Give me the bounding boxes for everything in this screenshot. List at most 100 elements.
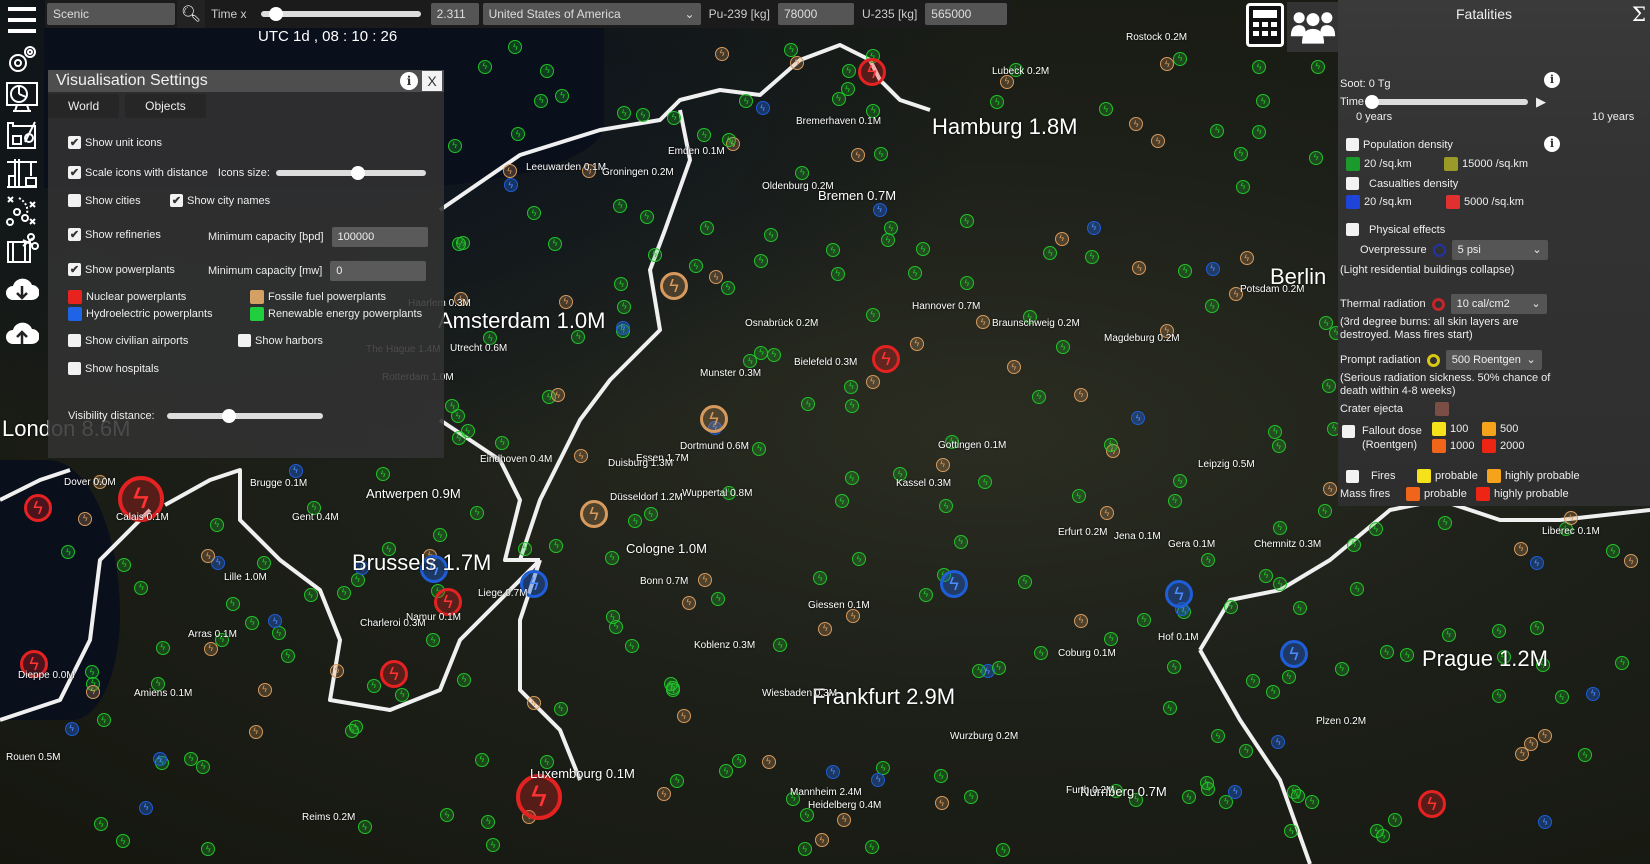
renewable-powerplant-icon[interactable]: ϟ [1245, 673, 1260, 688]
fossil-powerplant-icon[interactable]: ϟ [580, 500, 608, 528]
hydro-powerplant-icon[interactable]: ϟ [825, 764, 840, 779]
slider-handle[interactable] [351, 165, 366, 180]
renewable-powerplant-icon[interactable]: ϟ [457, 672, 472, 687]
nuclear-powerplant-icon[interactable]: ϟ [858, 58, 886, 86]
fossil-powerplant-icon[interactable]: ϟ [1006, 360, 1021, 375]
renewable-powerplant-icon[interactable]: ϟ [1438, 515, 1453, 530]
nuclear-powerplant-icon[interactable]: ϟ [24, 494, 52, 522]
fossil-powerplant-icon[interactable]: ϟ [526, 696, 541, 711]
scale-icons-checkbox[interactable]: ✔ [68, 166, 81, 179]
physical-effects-checkbox[interactable] [1346, 223, 1359, 236]
renewable-powerplant-icon[interactable]: ϟ [1317, 504, 1332, 519]
renewable-powerplant-icon[interactable]: ϟ [1085, 249, 1100, 264]
fossil-powerplant-icon[interactable]: ϟ [85, 684, 100, 699]
renewable-powerplant-icon[interactable]: ϟ [1167, 493, 1182, 508]
renewable-powerplant-icon[interactable]: ϟ [1136, 612, 1151, 627]
fossil-powerplant-icon[interactable]: ϟ [1054, 231, 1069, 246]
renewable-powerplant-icon[interactable]: ϟ [1387, 812, 1402, 827]
fossil-powerplant-icon[interactable]: ϟ [935, 457, 950, 472]
renewable-powerplant-icon[interactable]: ϟ [918, 587, 933, 602]
renewable-powerplant-icon[interactable]: ϟ [825, 243, 840, 258]
zoom-button[interactable]: 🔍︎ [177, 0, 205, 28]
renewable-powerplant-icon[interactable]: ϟ [624, 639, 639, 654]
thermal-select[interactable]: 10 cal/cm2 ⌄ [1450, 294, 1547, 314]
show-harbors-checkbox[interactable] [238, 334, 251, 347]
renewable-powerplant-icon[interactable]: ϟ [605, 550, 620, 565]
fossil-powerplant-icon[interactable]: ϟ [1537, 728, 1552, 743]
renewable-powerplant-icon[interactable]: ϟ [754, 253, 769, 268]
renewable-powerplant-icon[interactable]: ϟ [1310, 59, 1325, 74]
renewable-powerplant-icon[interactable]: ϟ [1252, 124, 1267, 139]
renewable-powerplant-icon[interactable]: ϟ [830, 266, 845, 281]
renewable-powerplant-icon[interactable]: ϟ [1268, 424, 1283, 439]
tab-objects[interactable]: Objects [125, 94, 206, 118]
show-cities-checkbox[interactable] [68, 194, 81, 207]
renewable-powerplant-icon[interactable]: ϟ [1181, 790, 1196, 805]
hydro-powerplant-icon[interactable]: ϟ [64, 721, 79, 736]
info-icon[interactable]: i [1544, 72, 1560, 88]
min-capacity-bpd-input[interactable]: 100000 [331, 227, 428, 247]
show-hospitals-checkbox[interactable] [68, 362, 81, 375]
fossil-powerplant-icon[interactable]: ϟ [558, 294, 573, 309]
country-select[interactable]: United States of America ⌄ [482, 3, 701, 25]
renewable-powerplant-icon[interactable]: ϟ [1017, 574, 1032, 589]
renewable-powerplant-icon[interactable]: ϟ [732, 753, 747, 768]
time-multiplier-value[interactable]: 2.311 [430, 3, 479, 25]
fossil-powerplant-icon[interactable]: ϟ [656, 787, 671, 802]
download-button[interactable] [0, 268, 44, 312]
fossil-powerplant-icon[interactable]: ϟ [330, 663, 345, 678]
renewable-powerplant-icon[interactable]: ϟ [1379, 645, 1394, 660]
renewable-powerplant-icon[interactable]: ϟ [752, 441, 767, 456]
hydro-powerplant-icon[interactable]: ϟ [1086, 220, 1101, 235]
renewable-powerplant-icon[interactable]: ϟ [1271, 439, 1286, 454]
fossil-powerplant-icon[interactable]: ϟ [248, 724, 263, 739]
renewable-powerplant-icon[interactable]: ϟ [699, 220, 714, 235]
hydro-powerplant-icon[interactable]: ϟ [139, 800, 154, 815]
renewable-powerplant-icon[interactable]: ϟ [841, 63, 856, 78]
renewable-powerplant-icon[interactable]: ϟ [209, 517, 224, 532]
renewable-powerplant-icon[interactable]: ϟ [991, 660, 1006, 675]
nuclear-powerplant-icon[interactable]: ϟ [380, 660, 408, 688]
renewable-powerplant-icon[interactable]: ϟ [1236, 179, 1251, 194]
renewable-powerplant-icon[interactable]: ϟ [451, 431, 466, 446]
renewable-powerplant-icon[interactable]: ϟ [534, 93, 549, 108]
renewable-powerplant-icon[interactable]: ϟ [517, 541, 532, 556]
renewable-powerplant-icon[interactable]: ϟ [366, 678, 381, 693]
renewable-powerplant-icon[interactable]: ϟ [1305, 794, 1320, 809]
info-icon[interactable]: i [400, 72, 418, 90]
renewable-powerplant-icon[interactable]: ϟ [720, 280, 735, 295]
renewable-powerplant-icon[interactable]: ϟ [831, 91, 846, 106]
hydro-powerplant-icon[interactable]: ϟ [288, 463, 303, 478]
renewable-powerplant-icon[interactable]: ϟ [1292, 601, 1307, 616]
fatalities-time-slider[interactable] [1365, 95, 1529, 109]
renewable-powerplant-icon[interactable]: ϟ [844, 471, 859, 486]
show-powerplants-checkbox[interactable]: ✔ [68, 263, 81, 276]
renewable-powerplant-icon[interactable]: ϟ [874, 147, 889, 162]
slider-handle[interactable] [1365, 95, 1380, 109]
renewable-powerplant-icon[interactable]: ϟ [337, 585, 352, 600]
renewable-powerplant-icon[interactable]: ϟ [357, 820, 372, 835]
show-city-names-checkbox[interactable]: ✔ [170, 194, 183, 207]
renewable-powerplant-icon[interactable]: ϟ [797, 842, 812, 857]
renewable-powerplant-icon[interactable]: ϟ [225, 596, 240, 611]
renewable-powerplant-icon[interactable]: ϟ [196, 759, 211, 774]
fossil-powerplant-icon[interactable]: ϟ [837, 812, 852, 827]
renewable-powerplant-icon[interactable]: ϟ [495, 435, 510, 450]
renewable-powerplant-icon[interactable]: ϟ [549, 538, 564, 553]
renewable-powerplant-icon[interactable]: ϟ [711, 591, 726, 606]
renewable-powerplant-icon[interactable]: ϟ [883, 221, 898, 236]
renewable-powerplant-icon[interactable]: ϟ [1210, 123, 1225, 138]
population-button[interactable] [1287, 2, 1339, 52]
hydro-powerplant-icon[interactable]: ϟ [503, 178, 518, 192]
u235-input[interactable]: 565000 [925, 3, 1008, 25]
fossil-powerplant-icon[interactable]: ϟ [676, 709, 691, 724]
calculator-button[interactable] [1246, 3, 1284, 47]
fossil-powerplant-icon[interactable]: ϟ [681, 595, 696, 610]
video-edit-button[interactable] [0, 230, 44, 268]
dashboard-button[interactable] [0, 78, 44, 116]
renewable-powerplant-icon[interactable]: ϟ [665, 683, 680, 698]
renewable-powerplant-icon[interactable]: ϟ [1259, 568, 1274, 583]
strategy-button[interactable] [0, 192, 44, 230]
visibility-distance-slider[interactable] [166, 409, 323, 423]
renewable-powerplant-icon[interactable]: ϟ [613, 198, 628, 213]
